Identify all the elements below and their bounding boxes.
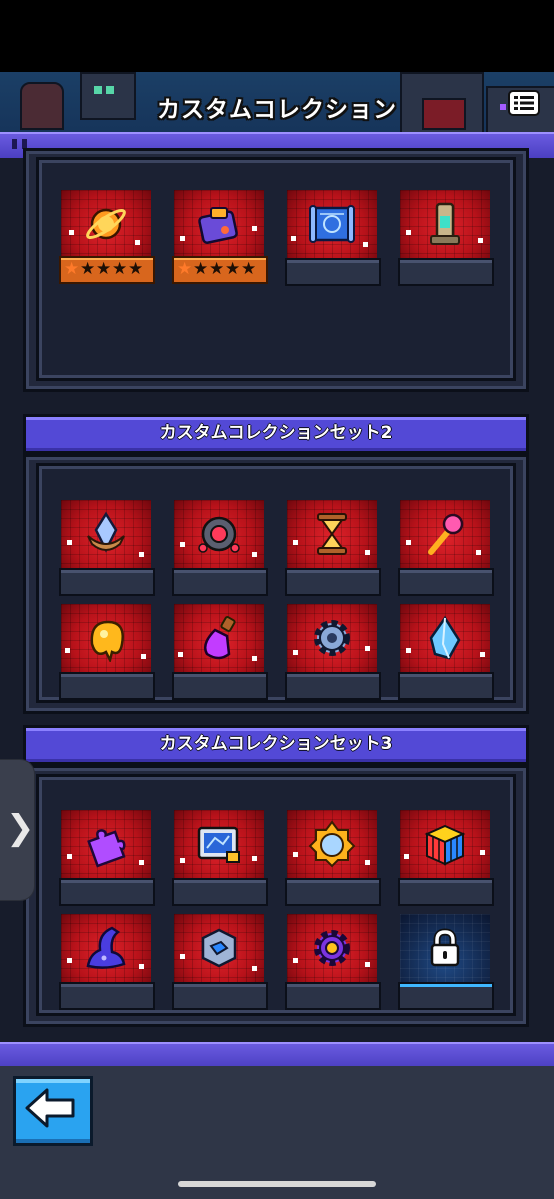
star-icon: ★ — [112, 259, 128, 279]
collection-slot[interactable] — [172, 604, 268, 700]
purple-gear-icon — [314, 930, 350, 966]
star-icon: ★ — [128, 259, 144, 279]
collection-slot[interactable] — [285, 190, 381, 286]
slot-pedestal — [285, 258, 381, 286]
puzzle-piece-icon — [87, 829, 126, 868]
star-icon: ★ — [193, 259, 209, 279]
star-rating: ★ ★ ★ ★ ★ — [59, 256, 155, 284]
chevron-right-icon: ❯ — [6, 808, 35, 848]
slot-pedestal — [172, 568, 268, 596]
slot-pedestal — [59, 568, 155, 596]
planet-ring-icon — [86, 208, 126, 240]
slot-pedestal — [172, 878, 268, 906]
star-icon: ★ — [241, 259, 257, 279]
collection-slot[interactable] — [172, 810, 268, 906]
golden-mirror-icon — [308, 820, 356, 868]
back-arrow-icon — [25, 1088, 75, 1128]
slot-pedestal — [398, 568, 494, 596]
slot-pedestal — [398, 878, 494, 906]
collection-slot[interactable] — [59, 604, 155, 700]
star-icon: ★ — [96, 259, 112, 279]
star-icon: ★ — [80, 259, 96, 279]
collection-slot[interactable] — [398, 190, 494, 286]
collection-slot[interactable] — [398, 810, 494, 906]
padlock-icon — [430, 928, 460, 967]
collection-slot[interactable]: ★ ★ ★ ★ ★ — [172, 190, 268, 284]
slot-pedestal — [398, 982, 494, 1010]
slot-pedestal — [285, 878, 381, 906]
potion-bottle-icon — [204, 616, 236, 660]
blueprint-scroll-icon — [309, 205, 355, 243]
crystal-crown-icon — [87, 511, 125, 553]
star-rating: ★ ★ ★ ★ ★ — [172, 256, 268, 284]
collection-slot[interactable] — [285, 604, 381, 700]
slot-pedestal — [285, 568, 381, 596]
collection-slot[interactable] — [285, 810, 381, 906]
star-icon: ★ — [209, 259, 225, 279]
collection-slot[interactable] — [285, 914, 381, 1010]
collection-scroll-area[interactable]: カスタムコレクションセット2 カスタムコレクションセット3 — [0, 148, 554, 1042]
robot-eye-orb-icon — [198, 516, 240, 553]
collection-set-3-title: カスタムコレクションセット3 — [23, 725, 529, 765]
list-menu-icon[interactable] — [508, 90, 540, 116]
slot-pedestal — [398, 258, 494, 286]
page-title: カスタムコレクション — [157, 97, 397, 123]
lamp-tower-icon — [430, 202, 460, 245]
star-icon: ★ — [225, 259, 241, 279]
ice-crystal-icon — [429, 615, 461, 660]
hourglass-icon — [317, 513, 347, 555]
home-indicator[interactable] — [178, 1181, 376, 1187]
gear-icon — [314, 620, 350, 656]
wizard-hat-icon — [86, 926, 126, 969]
collection-slot[interactable]: ★ ★ ★ ★ ★ — [59, 190, 155, 284]
collection-slot[interactable] — [59, 500, 155, 596]
star-icon: ★ — [64, 259, 80, 279]
slot-pedestal — [285, 672, 381, 700]
metal-cube-icon — [201, 928, 237, 968]
back-button[interactable] — [13, 1076, 93, 1146]
collection-slot[interactable] — [285, 500, 381, 596]
magic-staff-icon — [428, 513, 464, 555]
collection-slot[interactable] — [59, 810, 155, 906]
slot-pedestal — [172, 982, 268, 1010]
slot-pedestal — [398, 672, 494, 700]
slot-pedestal — [59, 982, 155, 1010]
slot-pedestal — [59, 878, 155, 906]
rubiks-cube-icon — [424, 824, 466, 866]
circuit-board-icon — [197, 826, 240, 863]
collection-slot[interactable] — [172, 914, 268, 1010]
collection-slot[interactable] — [398, 604, 494, 700]
slime-blob-icon — [90, 620, 124, 662]
collection-slot[interactable] — [59, 914, 155, 1010]
collection-slot[interactable] — [172, 500, 268, 596]
gadget-device-icon — [198, 207, 238, 244]
slot-pedestal — [285, 982, 381, 1010]
slot-pedestal — [59, 672, 155, 700]
collection-slot-locked[interactable] — [398, 914, 494, 1010]
collection-slot[interactable] — [398, 500, 494, 596]
slot-pedestal — [172, 672, 268, 700]
star-icon: ★ — [177, 259, 193, 279]
collection-set-2-title: カスタムコレクションセット2 — [23, 414, 529, 454]
